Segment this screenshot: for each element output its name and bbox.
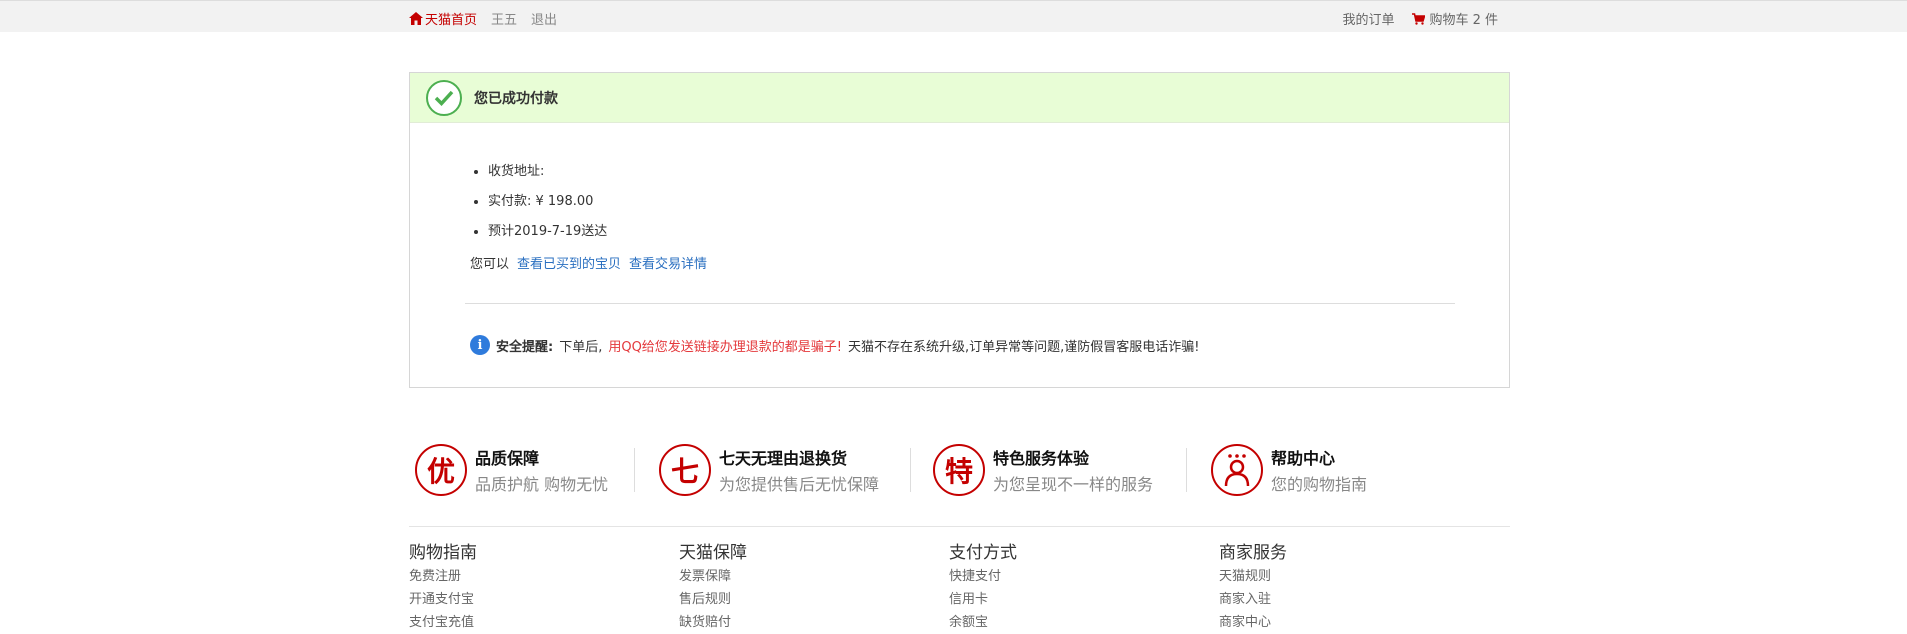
footer-divider [409,526,1510,527]
security-notice: i 安全提醒: 下单后, 用QQ给您发送链接办理退款的都是骗子! 天猫不存在系统… [470,335,1200,355]
success-title: 您已成功付款 [474,90,558,107]
view-prefix: 您可以 [470,257,510,272]
service-desc: 品质护航 购物无忧 [475,475,609,494]
paid-amount: 实付款: ¥ 198.00 [488,187,607,217]
logout-link[interactable]: 退出 [531,9,557,28]
service-title: 品质保障 [475,449,540,468]
footer-link[interactable]: 支付宝充值 [409,611,679,634]
footer-col-tmall-guarantee: 天猫保障 发票保障 售后规则 缺货赔付 [679,538,949,634]
cart-link[interactable]: 购物车 2 件 [1412,9,1498,28]
footer-link[interactable]: 缺货赔付 [679,611,949,634]
service-quality[interactable]: 优 品质保障品质护航 购物无忧 [409,440,634,500]
service-special[interactable]: 特 特色服务体验为您呈现不一样的服务 [911,440,1186,500]
quality-icon: 优 [415,444,467,496]
service-desc: 为您提供售后无忧保障 [719,475,880,494]
service-guarantees: 优 品质保障品质护航 购物无忧 七 七天无理由退换货为您提供售后无忧保障 特 特… [409,440,1510,500]
help-center-icon [1211,444,1263,496]
notice-text-2: 天猫不存在系统升级,订单异常等问题,谨防假冒客服电话诈骗! [848,339,1200,355]
footer-link[interactable]: 开通支付宝 [409,588,679,611]
notice-warning: 用QQ给您发送链接办理退款的都是骗子! [608,339,843,355]
view-bought-link[interactable]: 查看已买到的宝贝 [517,253,621,272]
home-link[interactable]: 天猫首页 [409,9,477,28]
footer-link[interactable]: 余额宝 [949,611,1219,634]
home-icon [409,12,423,25]
shipping-address: 收货地址: [488,157,607,187]
footer-col-shopping-guide: 购物指南 免费注册 开通支付宝 支付宝充值 [409,538,679,634]
service-title: 七天无理由退换货 [719,449,848,468]
view-trade-detail-link[interactable]: 查看交易详情 [629,253,707,272]
notice-label: 安全提醒: [496,339,554,355]
cart-label: 购物车 2 件 [1429,13,1498,28]
footer-links: 购物指南 免费注册 开通支付宝 支付宝充值 天猫保障 发票保障 售后规则 缺货赔… [409,538,1510,634]
username[interactable]: 王五 [491,9,517,28]
service-desc: 您的购物指南 [1271,475,1368,494]
footer-link[interactable]: 免费注册 [409,565,679,588]
footer-link[interactable]: 天猫规则 [1219,565,1489,588]
footer-col-title: 天猫保障 [679,543,747,563]
service-help-center[interactable]: 帮助中心您的购物指南 [1187,440,1427,500]
info-icon: i [470,335,490,355]
footer-link[interactable]: 发票保障 [679,565,949,588]
service-desc: 为您呈现不一样的服务 [993,475,1154,494]
top-bar: 天猫首页 王五 退出 我的订单 购物车 2 件 [0,0,1907,32]
cart-icon [1412,12,1426,25]
footer-col-title: 商家服务 [1219,543,1287,563]
special-icon: 特 [933,444,985,496]
footer-link[interactable]: 信用卡 [949,588,1219,611]
footer-col-merchant: 商家服务 天猫规则 商家入驻 商家中心 [1219,538,1489,634]
footer-col-title: 支付方式 [949,543,1017,563]
service-seven-day-return[interactable]: 七 七天无理由退换货为您提供售后无忧保障 [635,440,910,500]
view-links: 您可以 查看已买到的宝贝 查看交易详情 [470,253,707,272]
my-orders-link[interactable]: 我的订单 [1342,9,1394,28]
footer-col-payment: 支付方式 快捷支付 信用卡 余额宝 [949,538,1219,634]
footer-link[interactable]: 快捷支付 [949,565,1219,588]
success-header: 您已成功付款 [410,73,1509,123]
check-icon [426,79,462,116]
footer-link[interactable]: 商家中心 [1219,611,1489,634]
footer-link[interactable]: 商家入驻 [1219,588,1489,611]
divider [465,303,1455,304]
notice-text-1: 下单后, [559,339,603,355]
seven-day-icon: 七 [659,444,711,496]
home-link-label: 天猫首页 [425,13,478,28]
footer-link[interactable]: 售后规则 [679,588,949,611]
service-title: 帮助中心 [1271,449,1336,468]
delivery-estimate: 预计2019-7-19送达 [488,217,607,247]
service-title: 特色服务体验 [993,449,1090,468]
footer-col-title: 购物指南 [409,543,477,563]
order-info-list: 收货地址: 实付款: ¥ 198.00 预计2019-7-19送达 [472,157,607,247]
payment-success-panel: 您已成功付款 收货地址: 实付款: ¥ 198.00 预计2019-7-19送达… [409,72,1510,388]
